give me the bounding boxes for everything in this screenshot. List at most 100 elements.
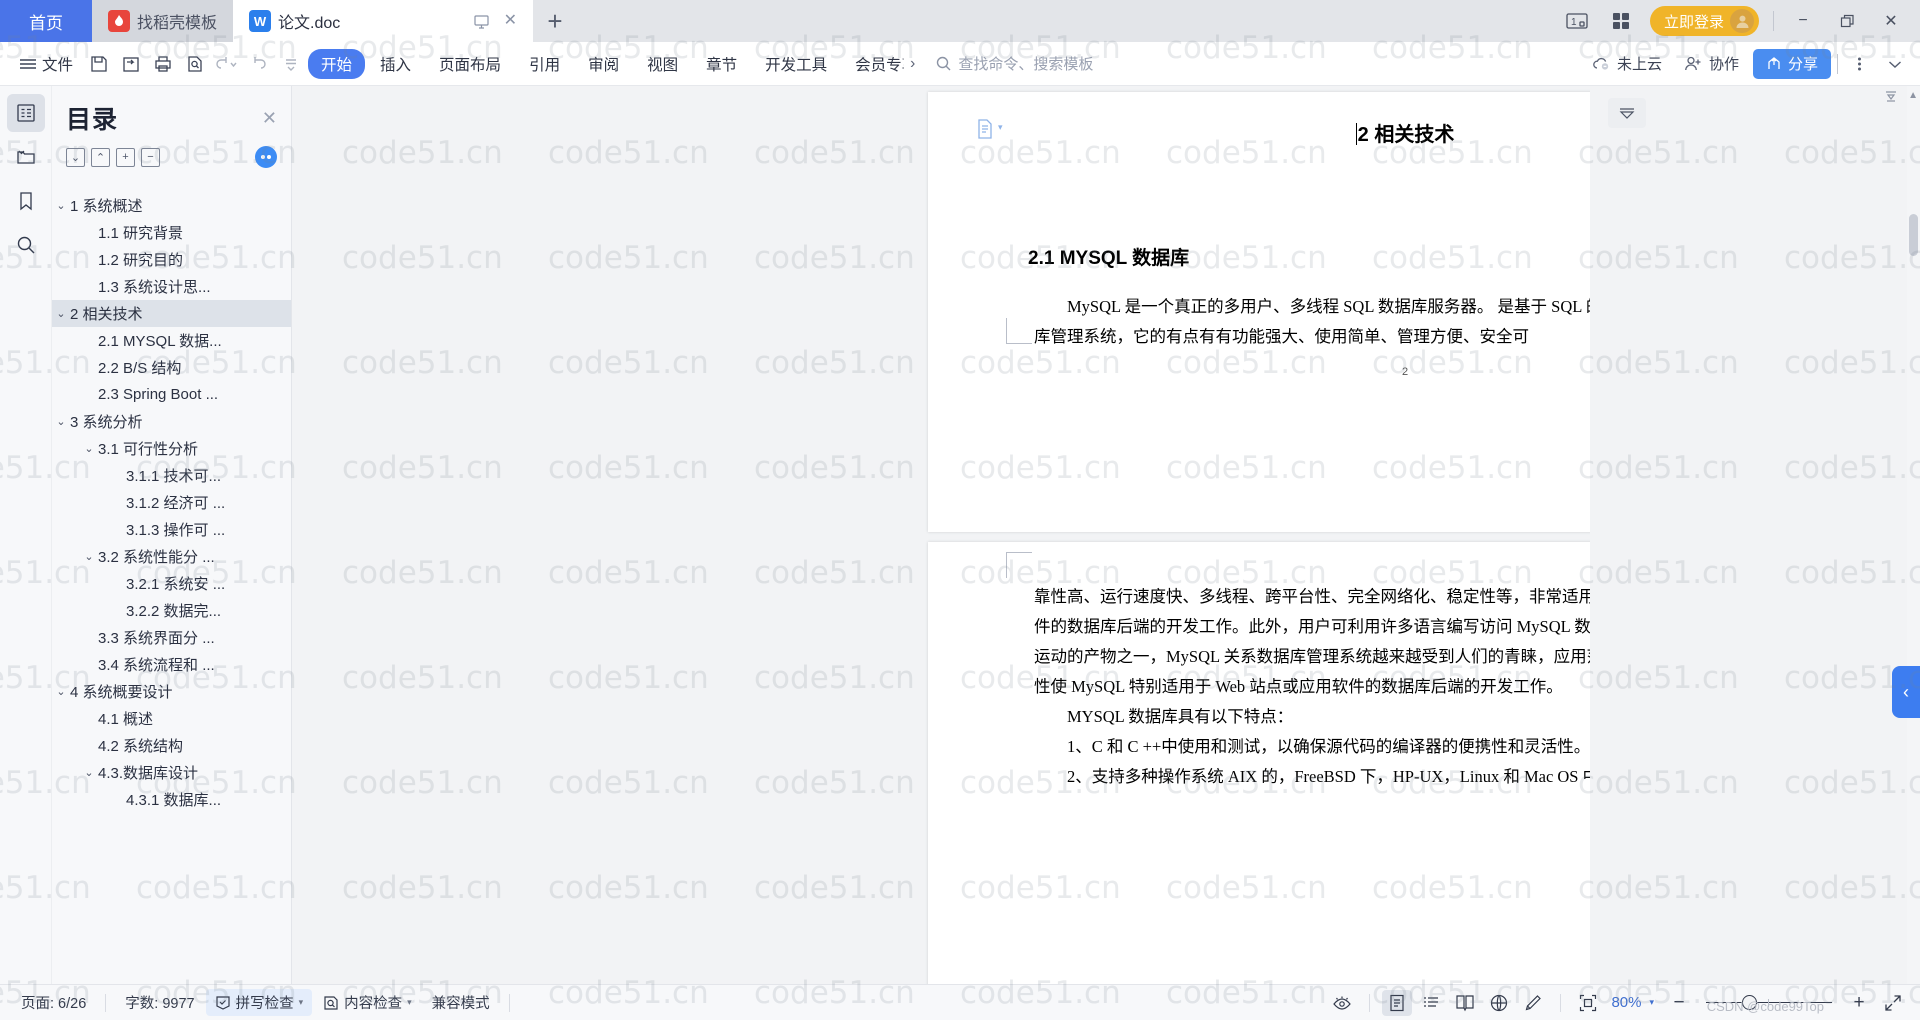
toc-item[interactable]: ⌄3 系统分析 bbox=[52, 408, 291, 435]
toc-item[interactable]: 2.3 Spring Boot ... bbox=[52, 381, 291, 408]
compat-mode-label[interactable]: 兼容模式 bbox=[423, 989, 499, 1016]
toc-item[interactable]: 3.3 系统界面分 ... bbox=[52, 624, 291, 651]
toc-item[interactable]: 3.2.2 数据完... bbox=[52, 597, 291, 624]
maximize-button[interactable] bbox=[1832, 6, 1862, 36]
word-count[interactable]: 字数: 9977 bbox=[116, 989, 203, 1016]
more-vertical-icon[interactable] bbox=[1844, 49, 1874, 79]
tab-member-exclusive[interactable]: 会员专享 bbox=[842, 49, 904, 79]
toc-item[interactable]: 4.1 概述 bbox=[52, 705, 291, 732]
tab-present-icon[interactable] bbox=[473, 13, 490, 30]
scroll-top-icon[interactable] bbox=[1884, 90, 1898, 102]
split-view-icon[interactable]: 1 bbox=[1562, 6, 1592, 36]
toc-item[interactable]: ⌄3.1 可行性分析 bbox=[52, 435, 291, 462]
search-commands-box[interactable]: 查找命令、搜索模板 bbox=[935, 53, 1093, 74]
tab-view[interactable]: 视图 bbox=[634, 49, 691, 79]
cloud-status[interactable]: 未上云 bbox=[1584, 53, 1670, 74]
ai-assistant-icon[interactable] bbox=[255, 146, 277, 168]
chevron-down-icon[interactable]: ▾ bbox=[299, 997, 304, 1008]
document-canvas[interactable]: ▾ 2 相关技术 2.1 MYSQL 数据库 MySQL 是一个真正的多用户、多… bbox=[292, 86, 1590, 984]
toc-item-list[interactable]: ⌄1 系统概述1.1 研究背景1.2 研究目的1.3 系统设计思...⌄2 相关… bbox=[52, 174, 291, 984]
toc-item[interactable]: 2.2 B/S 结构 bbox=[52, 354, 291, 381]
tab-document[interactable]: W 论文.doc ✕ bbox=[233, 0, 533, 42]
grid-icon[interactable] bbox=[1606, 6, 1636, 36]
tab-page-layout[interactable]: 页面布局 bbox=[426, 49, 514, 79]
chevron-down-icon[interactable]: ⌄ bbox=[82, 550, 96, 563]
web-view-icon[interactable] bbox=[1484, 990, 1514, 1016]
toc-item[interactable]: 3.1.3 操作可 ... bbox=[52, 516, 291, 543]
chevron-down-icon[interactable]: ⌄ bbox=[82, 442, 96, 455]
collaborate-button[interactable]: 协作 bbox=[1676, 53, 1747, 74]
tab-start[interactable]: 开始 bbox=[308, 49, 365, 79]
outline-view-icon[interactable] bbox=[1416, 990, 1446, 1016]
minimize-button[interactable]: − bbox=[1788, 6, 1818, 36]
search-icon[interactable] bbox=[7, 226, 45, 264]
toc-item[interactable]: 4.3.1 数据库... bbox=[52, 786, 291, 813]
toc-item[interactable]: 3.4 系统流程和 ... bbox=[52, 651, 291, 678]
tab-insert[interactable]: 插入 bbox=[367, 49, 424, 79]
save-icon[interactable] bbox=[84, 49, 114, 79]
toc-item[interactable]: ⌄1 系统概述 bbox=[52, 192, 291, 219]
folder-tree-icon[interactable] bbox=[7, 138, 45, 176]
minus-icon[interactable]: − bbox=[141, 148, 160, 167]
toc-item[interactable]: ⌄2 相关技术 bbox=[52, 300, 291, 327]
collapse-up-icon[interactable]: ⌃ bbox=[91, 148, 110, 167]
outline-icon[interactable] bbox=[7, 94, 45, 132]
bookmark-icon[interactable] bbox=[7, 182, 45, 220]
close-button[interactable]: ✕ bbox=[1876, 6, 1906, 36]
toc-item[interactable]: ⌄3.2 系统性能分 ... bbox=[52, 543, 291, 570]
chevron-down-icon[interactable]: ⌄ bbox=[54, 199, 68, 212]
zoom-out-button[interactable]: − bbox=[1664, 990, 1694, 1016]
scroll-up-arrow[interactable]: ▲ bbox=[1908, 90, 1918, 101]
toc-item[interactable]: 4.2 系统结构 bbox=[52, 732, 291, 759]
document-page-2[interactable]: 靠性高、运行速度快、多线程、跨平台性、完全网络化、稳定性等，非常适用于 Web … bbox=[928, 542, 1590, 984]
zoom-in-button[interactable]: + bbox=[1844, 990, 1874, 1016]
tab-review[interactable]: 审阅 bbox=[575, 49, 632, 79]
paragraph-mark-icon[interactable]: ▾ bbox=[976, 118, 996, 140]
writing-view-icon[interactable] bbox=[1518, 990, 1548, 1016]
toc-item[interactable]: 1.3 系统设计思... bbox=[52, 273, 291, 300]
tab-references[interactable]: 引用 bbox=[516, 49, 573, 79]
toc-item[interactable]: 3.1.2 经济可 ... bbox=[52, 489, 291, 516]
chevron-down-icon[interactable]: ⌄ bbox=[54, 415, 68, 428]
zoom-level[interactable]: 80% bbox=[1607, 994, 1645, 1011]
chevron-left-icon[interactable]: ‹ bbox=[1892, 666, 1920, 718]
toc-item[interactable]: 2.1 MYSQL 数据... bbox=[52, 327, 291, 354]
expand-down-icon[interactable]: ⌄ bbox=[66, 148, 85, 167]
toc-close-icon[interactable]: ✕ bbox=[262, 108, 277, 129]
vertical-scrollbar[interactable]: ▲ bbox=[1907, 86, 1920, 984]
page-view-icon[interactable] bbox=[1382, 990, 1412, 1016]
fit-page-icon[interactable] bbox=[1573, 990, 1603, 1016]
tab-developer-tools[interactable]: 开发工具 bbox=[752, 49, 840, 79]
file-menu-button[interactable]: 文件 bbox=[10, 49, 82, 79]
reading-view-icon[interactable] bbox=[1450, 990, 1480, 1016]
chevron-down-icon[interactable]: ⌄ bbox=[82, 766, 96, 779]
collapse-ribbon-icon[interactable] bbox=[1880, 49, 1910, 79]
tabs-overflow-icon[interactable]: › bbox=[906, 51, 919, 77]
tab-close-icon[interactable]: ✕ bbox=[504, 13, 517, 29]
zoom-dropdown-icon[interactable]: ▾ bbox=[1649, 997, 1654, 1008]
tab-sections[interactable]: 章节 bbox=[693, 49, 750, 79]
new-tab-button[interactable]: + bbox=[533, 0, 577, 42]
toc-item[interactable]: 1.1 研究背景 bbox=[52, 219, 291, 246]
share-button[interactable]: 分享 bbox=[1753, 49, 1831, 79]
scrollbar-thumb[interactable] bbox=[1909, 214, 1918, 256]
document-page-1[interactable]: ▾ 2 相关技术 2.1 MYSQL 数据库 MySQL 是一个真正的多用户、多… bbox=[928, 92, 1590, 532]
content-check-button[interactable]: 内容检查 ▾ bbox=[314, 989, 421, 1016]
chevron-down-icon[interactable]: ⌄ bbox=[54, 307, 68, 320]
redo-icon[interactable] bbox=[244, 49, 274, 79]
toc-item[interactable]: 1.2 研究目的 bbox=[52, 246, 291, 273]
spell-check-button[interactable]: 拼写检查 ▾ bbox=[206, 989, 313, 1016]
plus-icon[interactable]: + bbox=[116, 148, 135, 167]
tab-docer-template[interactable]: 找稻壳模板 bbox=[92, 0, 233, 42]
print-icon[interactable] bbox=[148, 49, 178, 79]
tab-home[interactable]: 首页 bbox=[0, 0, 92, 42]
collapse-all-icon[interactable] bbox=[1608, 98, 1646, 128]
save-as-icon[interactable] bbox=[116, 49, 146, 79]
print-preview-icon[interactable] bbox=[180, 49, 210, 79]
page-indicator[interactable]: 页面: 6/26 bbox=[12, 989, 95, 1016]
toc-item[interactable]: 3.2.1 系统安 ... bbox=[52, 570, 291, 597]
customize-quick-access-icon[interactable] bbox=[276, 49, 306, 79]
login-button[interactable]: 立即登录 bbox=[1650, 6, 1759, 36]
chevron-down-icon[interactable]: ▾ bbox=[407, 997, 412, 1008]
toc-item[interactable]: ⌄4 系统概要设计 bbox=[52, 678, 291, 705]
